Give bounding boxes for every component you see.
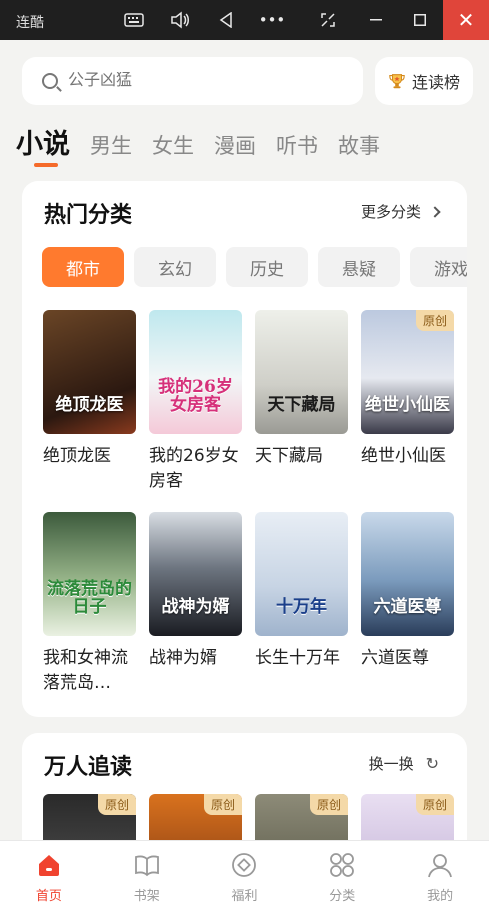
section-title: 万人追读 [44, 755, 133, 780]
refresh-icon: ↻ [425, 754, 439, 773]
book-title: 我和女神流落荒岛… [43, 648, 128, 693]
book-title: 天下藏局 [255, 446, 323, 466]
book-cover: 原创 绝世小仙医 [361, 310, 454, 434]
nav-profile[interactable]: 我的 [391, 841, 489, 909]
book-cover: 战神为婿 [149, 512, 242, 636]
trophy-icon [389, 74, 405, 89]
window-title-bar: 连酷 ••• ✕ [0, 0, 489, 40]
book-title: 长生十万年 [255, 648, 340, 668]
search-icon [42, 73, 58, 89]
book-cover: 绝顶龙医 [43, 310, 136, 434]
book-title: 六道医尊 [361, 648, 429, 668]
keyboard-icon[interactable] [116, 0, 152, 40]
book-item[interactable]: 战神为婿 战神为婿 [149, 512, 242, 671]
book-title: 绝顶龙医 [43, 446, 111, 466]
maximize-icon[interactable] [402, 0, 438, 40]
minimize-icon[interactable] [358, 0, 394, 40]
cover-title: 战神为婿 [161, 597, 230, 617]
original-badge: 原创 [415, 310, 454, 331]
category-chips: 都市 玄幻 历史 悬疑 游戏 [42, 247, 467, 287]
welfare-icon [232, 853, 257, 877]
book-item[interactable]: 六道医尊 六道医尊 [361, 512, 454, 671]
original-badge: 原创 [309, 794, 348, 815]
more-icon[interactable]: ••• [254, 0, 290, 40]
category-chip[interactable]: 历史 [226, 247, 308, 287]
refresh-label: 换一换 [368, 755, 414, 773]
original-badge: 原创 [415, 794, 454, 815]
home-icon [38, 855, 59, 876]
tab-audiobook[interactable]: 听书 [276, 130, 318, 160]
category-chip[interactable]: 悬疑 [318, 247, 400, 287]
nav-label: 我的 [427, 889, 454, 904]
book-title: 我的26岁女房客 [149, 446, 239, 491]
more-categories-label: 更多分类 [360, 203, 421, 221]
book-item[interactable]: 原创 绝世小仙医 绝世小仙医 [361, 310, 454, 469]
book-item[interactable]: 绝顶龙医 绝顶龙医 [43, 310, 136, 469]
tab-story[interactable]: 故事 [338, 130, 380, 160]
bottom-navigation: 首页 书架 福利 分类 我的 [0, 840, 489, 909]
profile-icon [428, 854, 452, 878]
cover-title: 六道医尊 [373, 597, 442, 617]
book-cover: 我的26岁女房客 [149, 310, 242, 434]
window-title: 连酷 [16, 15, 44, 31]
section-title: 热门分类 [44, 203, 133, 228]
more-categories-link[interactable]: 更多分类 [360, 201, 441, 222]
book-cover: 流落荒岛的日子 [43, 512, 136, 636]
cover-title: 绝顶龙医 [55, 395, 124, 415]
original-badge: 原创 [203, 794, 242, 815]
refresh-link[interactable]: 换一换 ↻ [369, 753, 439, 774]
tab-comic[interactable]: 漫画 [214, 130, 256, 160]
book-cover: 天下藏局 [255, 310, 348, 434]
back-icon[interactable] [208, 0, 244, 40]
book-cover: 十万年 [255, 512, 348, 636]
cover-title: 流落荒岛的日子 [47, 579, 132, 617]
book-cover: 六道医尊 [361, 512, 454, 636]
book-title: 战神为婿 [149, 648, 217, 668]
original-badge: 原创 [97, 794, 136, 815]
nav-welfare[interactable]: 福利 [196, 841, 294, 909]
screenshot-icon[interactable] [310, 0, 346, 40]
rank-button-label: 连读榜 [411, 73, 460, 92]
category-icon [330, 853, 355, 877]
book-item[interactable]: 流落荒岛的日子 我和女神流落荒岛… [43, 512, 136, 696]
active-tab-indicator [34, 163, 58, 167]
volume-icon[interactable] [162, 0, 198, 40]
bookshelf-icon [134, 855, 159, 877]
cover-title: 我的26岁女房客 [158, 377, 233, 415]
cover-title: 天下藏局 [267, 395, 336, 415]
nav-label: 福利 [231, 889, 258, 904]
hot-categories-card: 热门分类 更多分类 都市 玄幻 历史 悬疑 游戏 绝顶龙医 绝顶龙医 我的26岁… [22, 181, 467, 717]
nav-label: 书架 [133, 889, 160, 904]
tab-male[interactable]: 男生 [90, 130, 132, 160]
close-icon[interactable]: ✕ [443, 0, 489, 40]
book-item[interactable]: 我的26岁女房客 我的26岁女房客 [149, 310, 242, 494]
category-chip[interactable]: 玄幻 [134, 247, 216, 287]
cover-title: 绝世小仙医 [365, 395, 450, 415]
book-title: 绝世小仙医 [361, 446, 446, 466]
rank-button[interactable]: 连读榜 [375, 57, 473, 105]
search-input[interactable] [68, 72, 328, 90]
book-item[interactable]: 十万年 长生十万年 [255, 512, 348, 671]
category-chip[interactable]: 游戏 [410, 247, 467, 287]
nav-home[interactable]: 首页 [0, 841, 98, 909]
nav-label: 首页 [35, 889, 62, 904]
channel-tabs: 小说 男生 女生 漫画 听书 故事 [16, 122, 400, 162]
nav-label: 分类 [329, 889, 356, 904]
search-bar[interactable] [22, 57, 363, 105]
tab-novel[interactable]: 小说 [16, 122, 70, 161]
category-chip[interactable]: 都市 [42, 247, 124, 287]
book-item[interactable]: 天下藏局 天下藏局 [255, 310, 348, 469]
cover-title: 十万年 [276, 597, 327, 617]
nav-category[interactable]: 分类 [293, 841, 391, 909]
nav-bookshelf[interactable]: 书架 [98, 841, 196, 909]
chevron-right-icon [429, 205, 441, 218]
tab-female[interactable]: 女生 [152, 130, 194, 160]
